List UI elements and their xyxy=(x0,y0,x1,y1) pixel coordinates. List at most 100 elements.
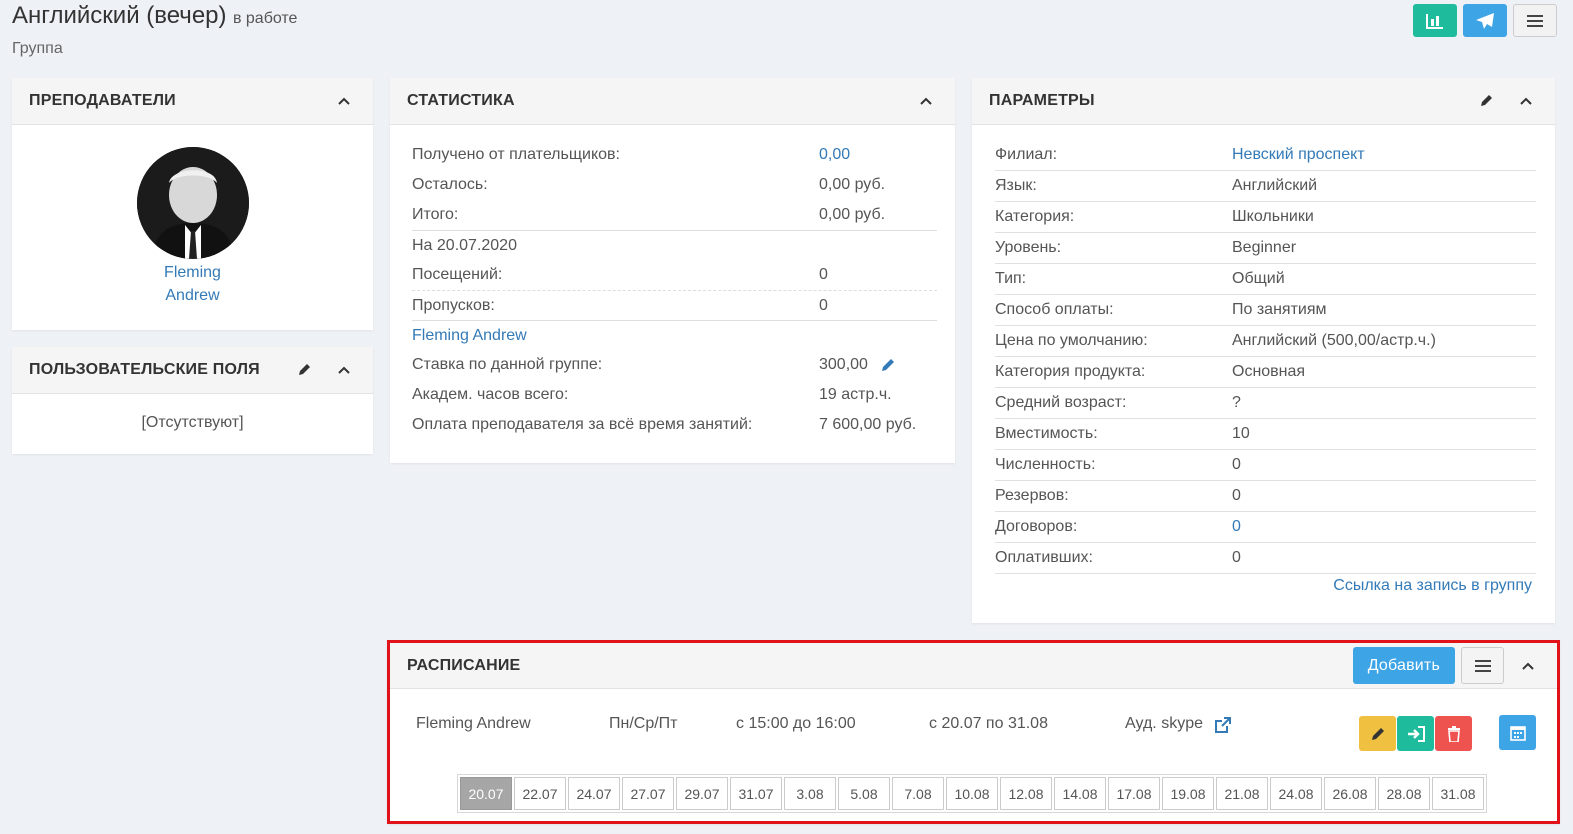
received-label: Получено от плательщиков: xyxy=(412,146,620,163)
top-actions xyxy=(1413,4,1557,37)
param-value: Английский xyxy=(1232,177,1318,194)
lesson-date[interactable]: 24.08 xyxy=(1270,777,1322,810)
lesson-date[interactable]: 7.08 xyxy=(892,777,944,810)
schedule-teacher-link[interactable]: Fleming Andrew xyxy=(416,715,531,733)
remaining-row: Осталось: 0,00 руб. xyxy=(412,170,937,200)
param-value: ? xyxy=(1232,394,1241,411)
param-row: Категория: Школьники xyxy=(995,202,1536,233)
enter-schedule-button[interactable] xyxy=(1397,716,1434,751)
chevron-up-icon[interactable] xyxy=(332,358,356,382)
param-value[interactable]: Невский проспект xyxy=(1232,146,1365,164)
stats-teacher-link[interactable]: Fleming Andrew xyxy=(412,327,527,345)
lesson-date[interactable]: 14.08 xyxy=(1054,777,1106,810)
pencil-icon[interactable] xyxy=(1474,89,1498,113)
send-message-button[interactable] xyxy=(1463,4,1507,37)
param-label: Тип: xyxy=(995,270,1027,287)
teachers-panel: ПРЕПОДАВАТЕЛИ Fleming Andrew xyxy=(12,78,373,330)
custom-fields-empty: [Отсутствуют] xyxy=(141,414,244,431)
lesson-date[interactable]: 31.07 xyxy=(730,777,782,810)
sign-in-icon xyxy=(1407,725,1425,742)
hamburger-menu-icon xyxy=(1474,659,1491,672)
teacher-name[interactable]: Fleming Andrew xyxy=(12,261,373,307)
lesson-date[interactable]: 31.08 xyxy=(1432,777,1484,810)
lesson-date[interactable]: 3.08 xyxy=(784,777,836,810)
param-label: Вместимость: xyxy=(995,425,1098,442)
custom-fields-panel: ПОЛЬЗОВАТЕЛЬСКИЕ ПОЛЯ [Отсутствуют] xyxy=(12,347,373,454)
param-row: Категория продукта: Основная xyxy=(995,357,1536,388)
lesson-date[interactable]: 19.08 xyxy=(1162,777,1214,810)
total-row: Итого: 0,00 руб. xyxy=(412,200,937,230)
lesson-date[interactable]: 20.07 xyxy=(460,777,512,810)
statistics-panel: СТАТИСТИКА Получено от плательщиков: 0,0… xyxy=(390,78,955,463)
teacher-first-name[interactable]: Fleming xyxy=(12,261,373,284)
param-value: Английский (500,00/астр.ч.) xyxy=(1232,332,1436,349)
lesson-date[interactable]: 17.08 xyxy=(1108,777,1160,810)
param-label: Категория продукта: xyxy=(995,363,1146,380)
signup-link[interactable]: Ссылка на запись в группу xyxy=(1333,577,1532,594)
received-value[interactable]: 0,00 xyxy=(819,146,850,164)
schedule-row: Fleming Andrew Пн/Ср/Пт с 15:00 до 16:00… xyxy=(390,689,1557,769)
teacher-link-row: Fleming Andrew xyxy=(412,320,937,350)
chevron-up-icon[interactable] xyxy=(332,89,356,113)
param-row: Уровень: Beginner xyxy=(995,233,1536,264)
absences-row: Пропусков: 0 xyxy=(412,290,937,320)
schedule-time: с 15:00 до 16:00 xyxy=(736,715,856,732)
lesson-date[interactable]: 12.08 xyxy=(1000,777,1052,810)
param-value[interactable]: 0 xyxy=(1232,518,1241,536)
parameters-panel-header: ПАРАМЕТРЫ xyxy=(972,78,1555,125)
chevron-up-icon[interactable] xyxy=(914,89,938,113)
statistics-panel-title: СТАТИСТИКА xyxy=(407,92,515,109)
lesson-date[interactable]: 26.08 xyxy=(1324,777,1376,810)
param-row: Средний возраст:? xyxy=(995,388,1536,419)
custom-fields-panel-header: ПОЛЬЗОВАТЕЛЬСКИЕ ПОЛЯ xyxy=(12,347,373,394)
lesson-date[interactable]: 10.08 xyxy=(946,777,998,810)
menu-button[interactable] xyxy=(1513,4,1557,37)
lesson-date[interactable]: 24.07 xyxy=(568,777,620,810)
hamburger-menu-icon xyxy=(1527,14,1543,27)
lesson-dates: 20.07 22.07 24.07 27.07 29.07 31.07 3.08 5.08 7.… xyxy=(457,774,1487,813)
param-row: Вместимость: 10 xyxy=(995,419,1536,450)
external-link-icon[interactable] xyxy=(1214,717,1231,739)
edit-rate-icon[interactable] xyxy=(880,357,896,373)
teacher-last-name[interactable]: Andrew xyxy=(12,284,373,307)
param-row: Способ оплаты: По занятиям xyxy=(995,295,1536,326)
param-value: Школьники xyxy=(1232,208,1314,225)
lesson-date[interactable]: 28.08 xyxy=(1378,777,1430,810)
parameters-list: Филиал: Невский проспект Язык: Английский Ка… xyxy=(972,125,1555,574)
pencil-icon[interactable] xyxy=(292,358,316,382)
lesson-date[interactable]: 5.08 xyxy=(838,777,890,810)
group-title: Английский (вечер) xyxy=(12,2,227,29)
param-value: 0 xyxy=(1232,487,1241,504)
absences-value: 0 xyxy=(819,296,828,314)
edit-schedule-button[interactable] xyxy=(1359,716,1396,751)
lesson-date[interactable]: 27.07 xyxy=(622,777,674,810)
lesson-date[interactable]: 29.07 xyxy=(676,777,728,810)
lesson-date[interactable]: 21.08 xyxy=(1216,777,1268,810)
rate-value: 300,00 xyxy=(819,356,868,373)
param-row: Резервов: 0 xyxy=(995,481,1536,512)
add-schedule-button[interactable]: Добавить xyxy=(1352,647,1455,684)
chevron-up-icon[interactable] xyxy=(1516,654,1540,678)
param-label: Уровень: xyxy=(995,239,1062,256)
parameters-panel: ПАРАМЕТРЫ Филиал: Невский проспект Язык: Ан… xyxy=(972,78,1555,623)
chevron-up-icon[interactable] xyxy=(1514,89,1538,113)
param-value: 10 xyxy=(1232,425,1250,442)
calendar-button[interactable] xyxy=(1499,715,1536,750)
total-label: Итого: xyxy=(412,206,459,223)
param-label: Цена по умолчанию: xyxy=(995,332,1148,349)
trash-icon xyxy=(1447,725,1460,742)
delete-schedule-button[interactable] xyxy=(1435,716,1472,751)
teacher-avatar[interactable] xyxy=(136,147,249,259)
param-label: Средний возраст: xyxy=(995,394,1127,411)
statistics-button[interactable] xyxy=(1413,4,1457,37)
pencil-icon xyxy=(1371,727,1384,740)
received-row: Получено от плательщиков: 0,00 xyxy=(412,140,937,170)
param-value: По занятиям xyxy=(1232,301,1327,318)
paper-plane-icon xyxy=(1476,12,1494,29)
param-label: Способ оплаты: xyxy=(995,301,1114,318)
lesson-date[interactable]: 22.07 xyxy=(514,777,566,810)
param-value: 0 xyxy=(1232,549,1241,566)
schedule-menu-button[interactable] xyxy=(1461,647,1504,684)
as-of-date: На 20.07.2020 xyxy=(412,236,517,254)
hours-row: Академ. часов всего: 19 астр.ч. xyxy=(412,380,937,410)
